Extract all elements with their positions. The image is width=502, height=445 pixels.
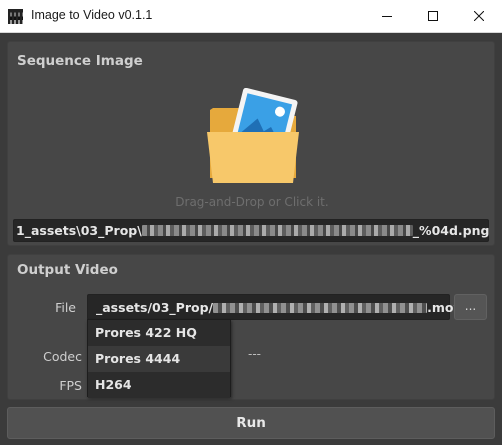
sequence-path-text: 1_assets\03_Prop\ _%04d.png xyxy=(16,223,490,238)
minimize-icon xyxy=(382,16,392,17)
output-video-panel: Output Video File _assets/03_Prop/.mov .… xyxy=(7,254,495,400)
main-window: Sequence Image Drag-and-Drop or Click it… xyxy=(0,33,502,445)
redacted-text xyxy=(141,225,413,236)
file-label: File xyxy=(55,300,76,315)
folder-image-icon xyxy=(207,88,299,183)
run-button[interactable]: Run xyxy=(7,407,495,439)
drop-zone[interactable]: Drag-and-Drop or Click it. xyxy=(158,80,346,210)
codec-label: Codec xyxy=(43,349,82,364)
app-icon xyxy=(8,9,23,24)
fps-label: FPS xyxy=(59,378,82,393)
minimize-button[interactable] xyxy=(364,0,410,32)
output-file-field[interactable]: _assets/03_Prop/.mov xyxy=(87,294,462,320)
sequence-path-field[interactable]: 1_assets\03_Prop\ _%04d.png xyxy=(13,219,489,242)
browse-button[interactable]: ... xyxy=(454,294,487,320)
output-video-title: Output Video xyxy=(17,262,118,278)
maximize-button[interactable] xyxy=(410,0,456,32)
sequence-image-panel: Sequence Image Drag-and-Drop or Click it… xyxy=(7,41,495,246)
title-bar: Image to Video v0.1.1 xyxy=(0,0,502,33)
redacted-text xyxy=(213,303,428,313)
window-title: Image to Video v0.1.1 xyxy=(31,8,153,22)
close-button[interactable] xyxy=(456,0,502,32)
codec-value: --- xyxy=(248,347,261,361)
drop-hint: Drag-and-Drop or Click it. xyxy=(175,195,329,209)
sequence-image-title: Sequence Image xyxy=(17,53,143,69)
codec-dropdown: Prores 422 HQ Prores 4444 H264 xyxy=(87,319,231,398)
close-icon xyxy=(474,11,484,21)
codec-option-prores-422-hq[interactable]: Prores 422 HQ xyxy=(88,320,230,346)
output-file-text: _assets/03_Prop/.mov xyxy=(96,300,462,315)
maximize-icon xyxy=(428,11,438,21)
codec-option-h264[interactable]: H264 xyxy=(88,372,230,398)
codec-option-prores-4444[interactable]: Prores 4444 xyxy=(88,346,230,372)
